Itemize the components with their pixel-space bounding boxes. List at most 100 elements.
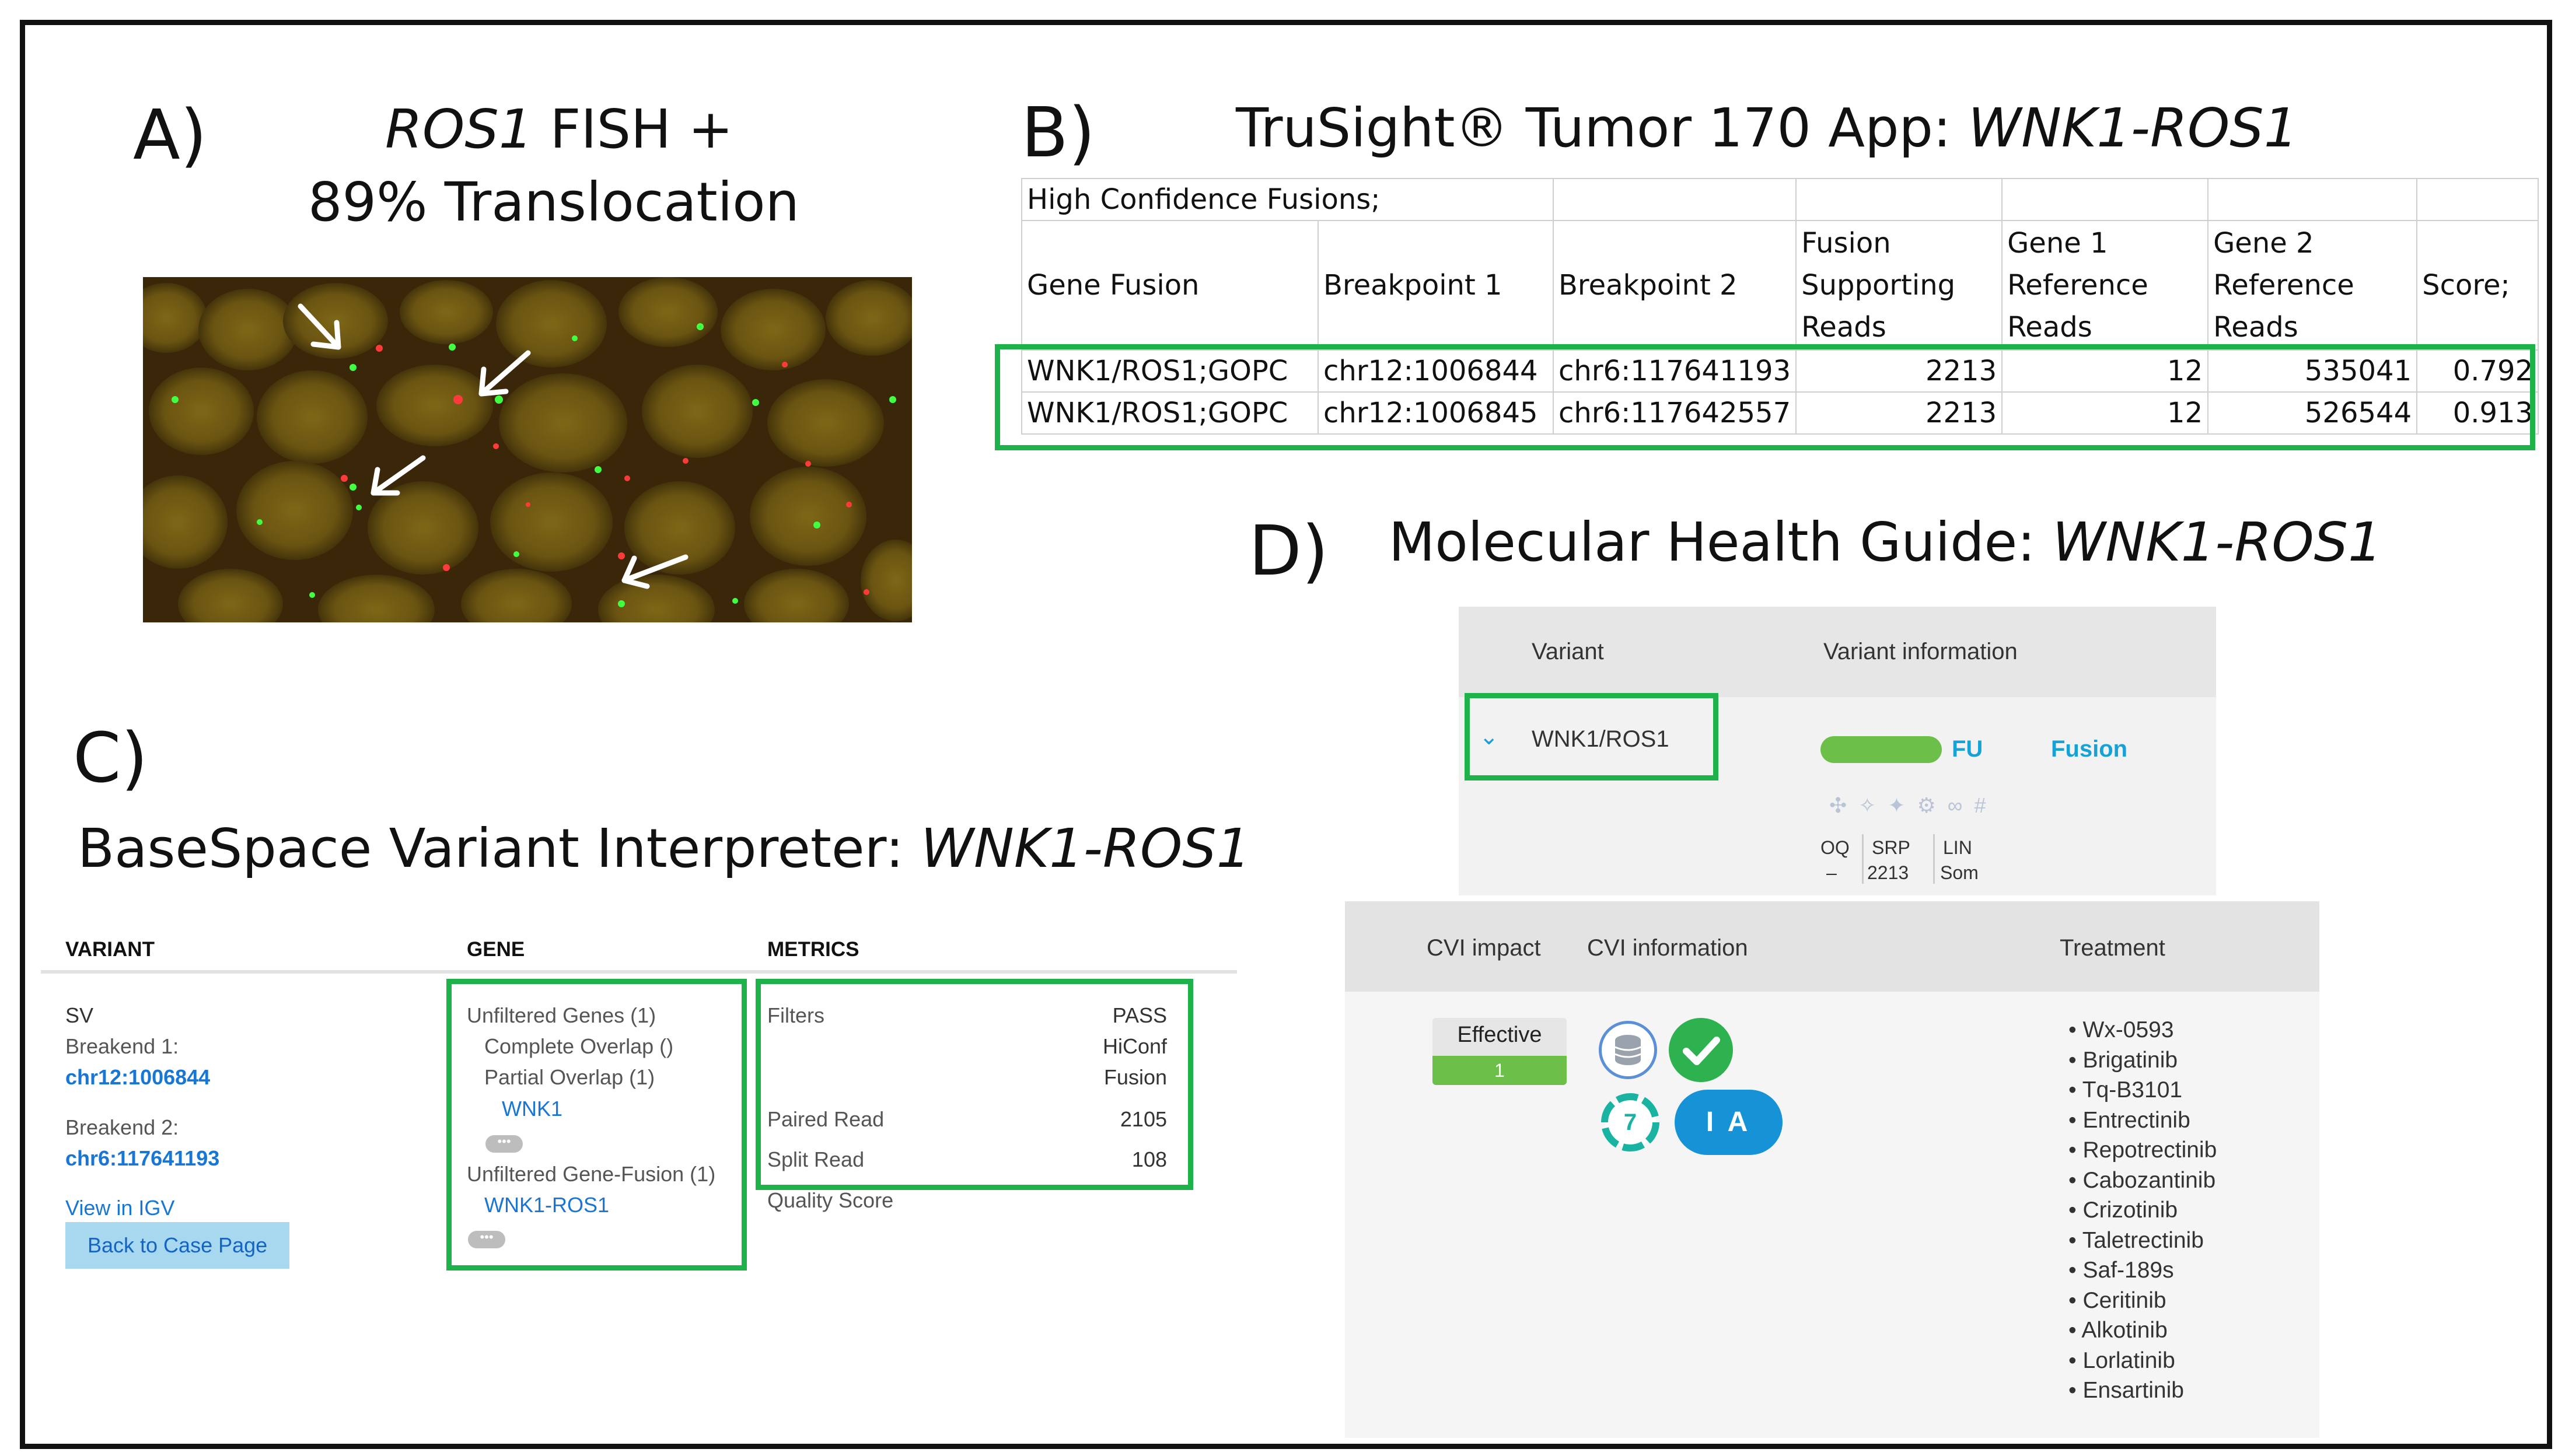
treatment-list: Wx-0593 Brigatinib Tq-B3101 Entrectinib … [2068,1015,2217,1406]
puzzle-icon: ✣ [1829,793,1859,817]
table-caption-row: High Confidence Fusions; [1021,178,2539,221]
header-gene2-reference-reads: Gene 2 Reference Reads [2207,220,2418,351]
panel-a-title-gene: ROS1 [385,98,533,160]
fusion-type-label: Fusion [2051,736,2128,762]
filter-pass: PASS [1112,1003,1167,1027]
treatment-header: Treatment [2060,935,2165,961]
fu-code: FU [1952,736,1983,762]
panel-a-title-line2: 89% Translocation [308,171,799,233]
cvi-impact-header: CVI impact [1427,935,1541,961]
panel-b-title: TruSight® Tumor 170 App: WNK1-ROS1 [1236,92,2298,164]
variant-header: Variant [1532,639,1604,664]
quality-score-label: Quality Score [767,1188,894,1212]
list-item[interactable]: Taletrectinib [2068,1226,2217,1256]
gene-column-header: GENE [467,938,525,961]
paired-read-value: 2105 [1120,1107,1167,1131]
split-read-value: 108 [1131,1147,1167,1171]
panel-c-title: BaseSpace Variant Interpreter: WNK1-ROS1 [78,813,1250,885]
list-item[interactable]: Ceritinib [2068,1286,2217,1316]
link-icon: ∞ [1947,793,1975,817]
fish-microscopy-image [143,277,912,622]
impact-label: Effective [1457,1023,1542,1047]
partial-overlap[interactable]: Partial Overlap (1) [484,1065,655,1090]
list-item[interactable]: Ensartinib [2068,1376,2217,1406]
panel-b-title-prefix: TruSight® Tumor 170 App: [1236,97,1969,159]
variant-column-header: VARIANT [65,938,155,961]
header-breakpoint-2: Breakpoint 2 [1552,220,1797,351]
header-score: Score; [2416,220,2539,351]
panel-c-title-prefix: BaseSpace Variant Interpreter: [78,817,921,880]
more-fusions-button[interactable]: ••• [468,1231,505,1248]
panel-d-title-fusion: WNK1-ROS1 [2052,511,2382,573]
list-item[interactable]: Brigatinib [2068,1045,2217,1076]
unfiltered-gene-fusion[interactable]: Unfiltered Gene-Fusion (1) [467,1162,715,1186]
database-icon[interactable] [1599,1021,1657,1079]
panel-b-letter: B) [1021,92,1095,173]
panel-b-title-fusion: WNK1-ROS1 [1968,97,2298,159]
stat-value-srp: 2213 [1867,862,1909,883]
breakend2-label: Breakend 2: [65,1115,179,1139]
more-genes-button[interactable]: ••• [485,1135,523,1153]
fusion-rows-highlight [995,344,2535,450]
bug-icon: ✧ [1858,793,1888,817]
header-gene-fusion: Gene Fusion [1021,220,1319,351]
panel-d-title: Molecular Health Guide: WNK1-ROS1 [1389,506,2382,579]
sparkle-icon: ✦ [1888,793,1917,817]
variant-type: SV [65,1003,94,1027]
hash-icon: # [1974,793,1998,817]
metrics-column-header: METRICS [767,938,859,961]
fusion-type-bar [1820,736,1942,763]
stat-divider [1933,834,1935,884]
table-caption: High Confidence Fusions; [1021,178,1554,221]
impact-badge: Effective 1 [1432,1018,1567,1085]
cvi-information-header: CVI information [1587,935,1748,961]
split-read-label: Split Read [767,1147,865,1171]
unfiltered-genes[interactable]: Unfiltered Genes (1) [467,1003,656,1028]
list-item[interactable]: Alkotinib [2068,1315,2217,1346]
table-header-row: Gene Fusion Breakpoint 1 Breakpoint 2 Fu… [1021,220,2539,351]
stat-value-lin: Som [1940,862,1979,883]
evidence-level-badge[interactable]: I A [1675,1090,1783,1155]
panel-d-title-prefix: Molecular Health Guide: [1389,511,2053,573]
list-item[interactable]: Saf-189s [2068,1255,2217,1286]
check-icon[interactable] [1669,1018,1733,1082]
list-item[interactable]: Lorlatinib [2068,1346,2217,1376]
variant-information-header: Variant information [1823,639,2018,664]
paired-read-label: Paired Read [767,1107,885,1131]
list-item[interactable]: Repotrectinib [2068,1135,2217,1166]
stat-value-oq: – [1826,862,1837,883]
list-item[interactable]: Crizotinib [2068,1195,2217,1226]
header-fusion-supporting-reads: Fusion Supporting Reads [1795,220,2003,351]
header-gene1-reference-reads: Gene 1 Reference Reads [2001,220,2209,351]
header-breakpoint-1: Breakpoint 1 [1318,220,1554,351]
variant-name[interactable]: WNK1/ROS1 [1532,726,1669,752]
complete-overlap[interactable]: Complete Overlap () [484,1034,673,1059]
list-item[interactable]: Cabozantinib [2068,1166,2217,1196]
panel-d-letter: D) [1249,510,1329,591]
view-in-igv-link[interactable]: View in IGV [65,1196,174,1220]
filter-fusion: Fusion [1103,1065,1167,1089]
stat-label-oq: OQ [1820,837,1850,858]
panel-a-title-line1: ROS1 FISH + [385,93,733,166]
list-item[interactable]: Tq-B3101 [2068,1075,2217,1105]
fusion-link-wnk1-ros1[interactable]: WNK1-ROS1 [484,1193,609,1217]
panel-c-letter: C) [73,718,148,798]
breakend1-link[interactable]: chr12:1006844 [65,1065,210,1090]
chevron-down-icon[interactable]: ⌄ [1479,723,1499,750]
header-divider [41,970,1237,974]
panel-a-title-rest: FISH + [533,98,733,160]
list-item[interactable]: Wx-0593 [2068,1015,2217,1045]
annotation-icons: ✣✧✦⚙∞# [1829,793,1998,818]
stat-divider [1862,834,1864,884]
gear-icon: ⚙ [1917,793,1948,817]
panel-c-title-fusion: WNK1-ROS1 [921,817,1251,880]
breakend2-link[interactable]: chr6:117641193 [65,1146,219,1171]
gene-link-wnk1[interactable]: WNK1 [502,1097,562,1121]
back-to-case-page-button[interactable]: Back to Case Page [65,1222,290,1269]
list-item[interactable]: Entrectinib [2068,1105,2217,1136]
evidence-count: 7 [1623,1110,1637,1135]
evidence-count-ring[interactable]: 7 [1599,1091,1662,1154]
impact-value: 1 [1432,1056,1567,1085]
stat-label-lin: LIN [1943,837,1972,858]
filters-label: Filters [767,1003,824,1027]
